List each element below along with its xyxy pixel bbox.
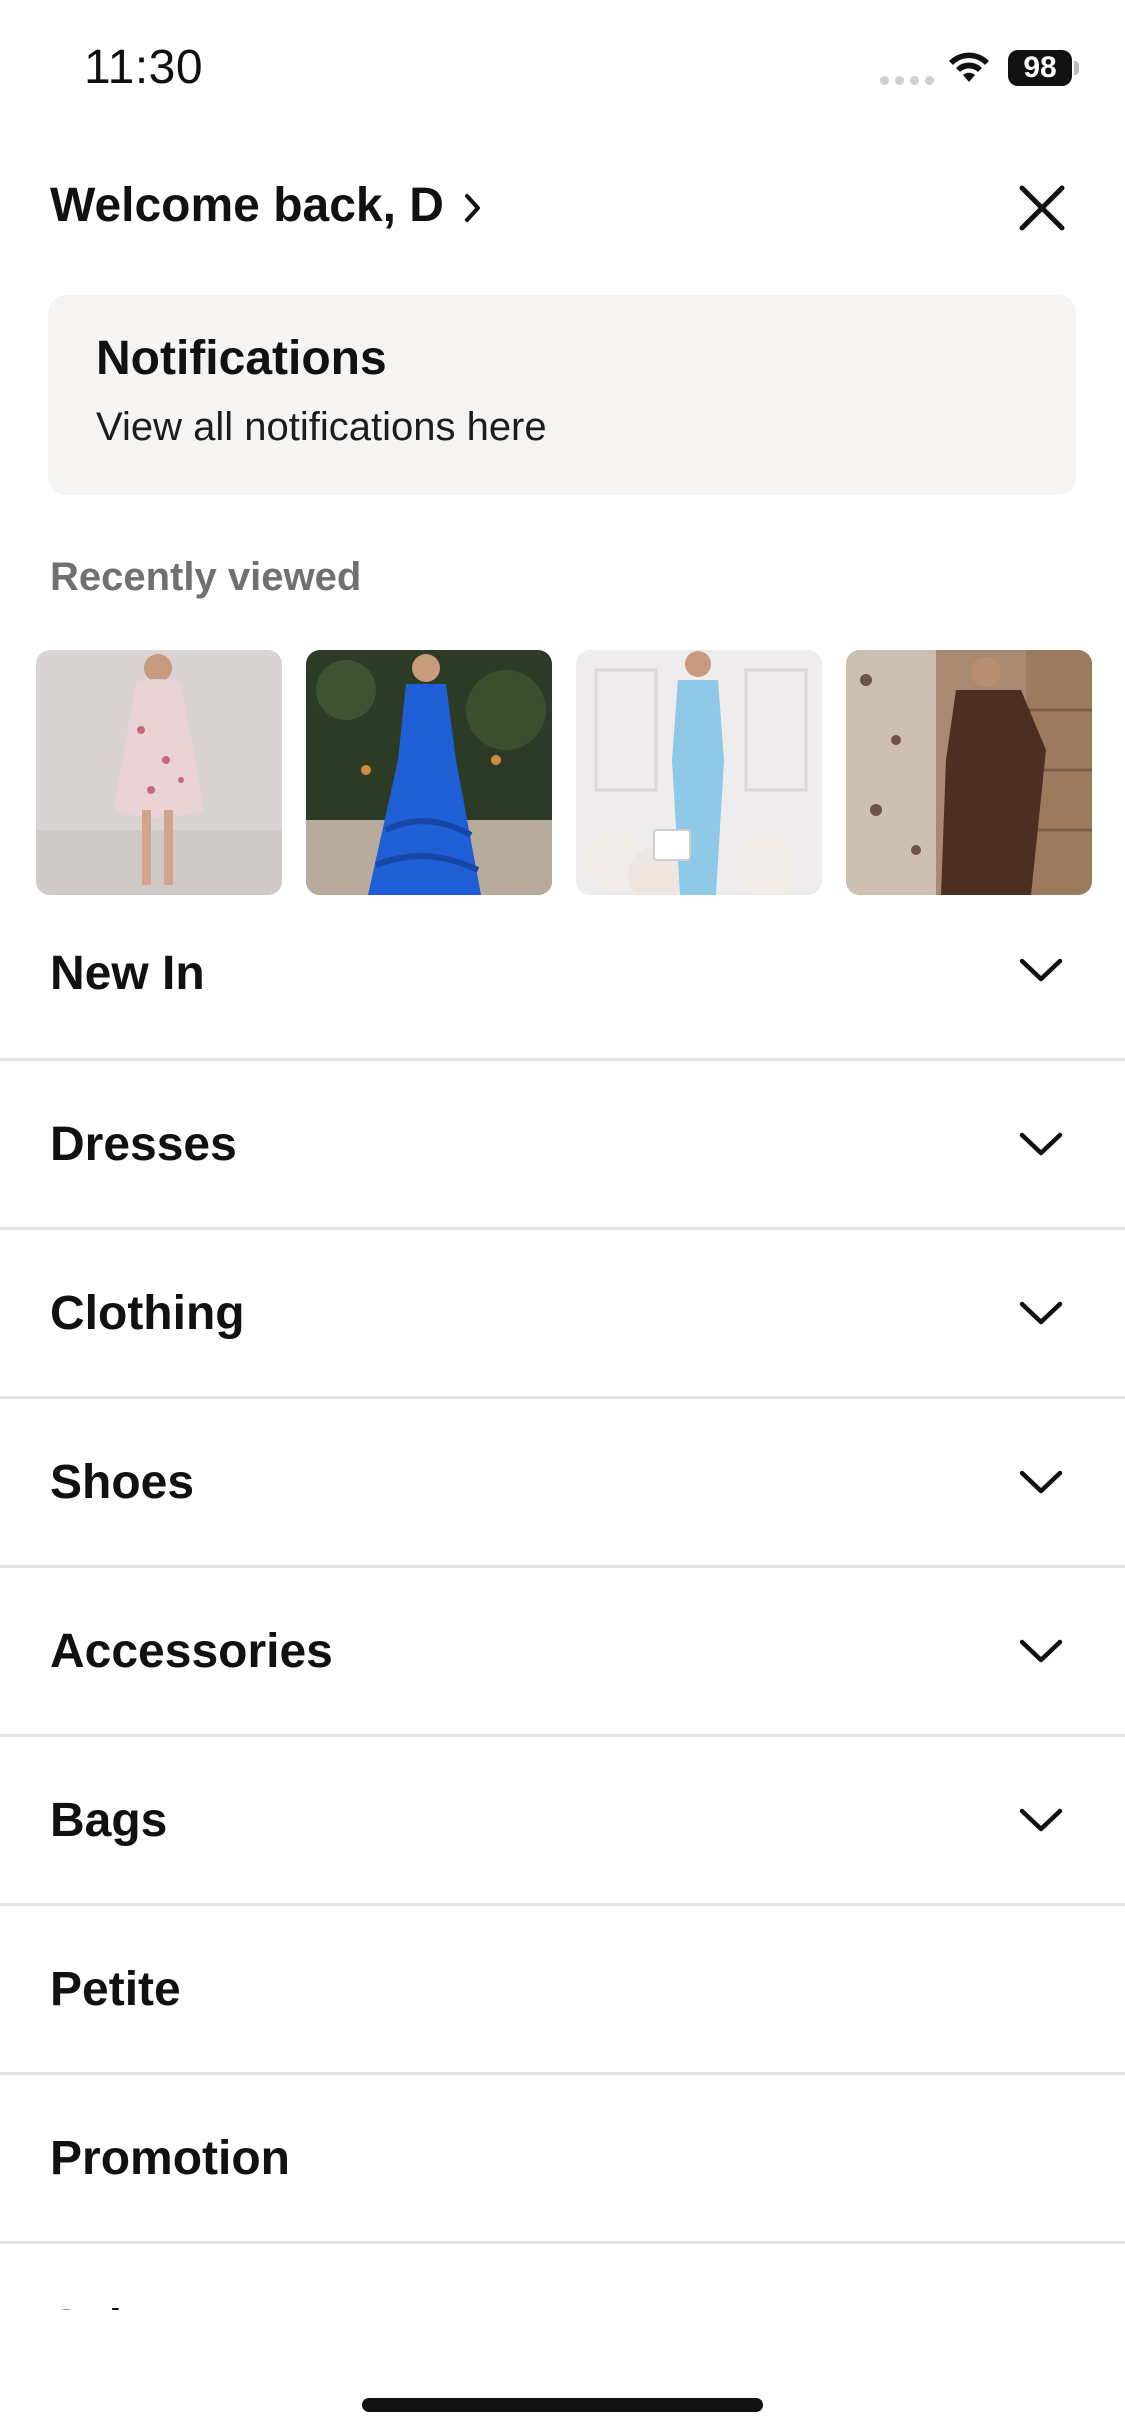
category-label: Dresses xyxy=(50,1117,237,1171)
category-label: New In xyxy=(50,947,205,1000)
category-row[interactable]: Promotion xyxy=(0,2072,1125,2241)
category-row[interactable]: Petite xyxy=(0,1903,1125,2072)
category-list: New In Dresses Clothing Shoes Accessories Bag… xyxy=(0,890,1125,2310)
category-label: Petite xyxy=(50,1962,181,2016)
category-label: Bags xyxy=(50,1793,168,1847)
chevron-down-icon xyxy=(1019,1132,1063,1156)
home-indicator[interactable] xyxy=(362,2398,763,2412)
category-row[interactable]: Dresses xyxy=(0,1058,1125,1227)
notifications-title: Notifications xyxy=(96,332,387,385)
category-label: Accessories xyxy=(50,1624,333,1678)
recent-item-brown-sweater-dress[interactable] xyxy=(846,650,1092,895)
welcome-link[interactable]: Welcome back, D xyxy=(50,178,484,233)
category-row[interactable]: Bags xyxy=(0,1734,1125,1903)
category-row[interactable]: Clothing xyxy=(0,1227,1125,1396)
recently-viewed-carousel[interactable] xyxy=(36,650,1092,895)
category-row[interactable]: Shoes xyxy=(0,1396,1125,1565)
chevron-down-icon xyxy=(1019,1470,1063,1494)
category-label: Sale xyxy=(50,2300,149,2311)
recently-viewed-label: Recently viewed xyxy=(50,555,362,599)
close-icon xyxy=(1019,185,1065,231)
chevron-down-icon xyxy=(1019,1301,1063,1325)
recent-item-blue-dress[interactable] xyxy=(306,650,552,895)
chevron-down-icon xyxy=(1019,958,1063,982)
battery-tip xyxy=(1074,61,1079,75)
category-row[interactable]: Sale xyxy=(0,2241,1125,2310)
chevron-down-icon xyxy=(1019,1808,1063,1832)
category-list-viewport[interactable]: New In Dresses Clothing Shoes Accessories Bag… xyxy=(0,890,1125,2310)
notifications-card[interactable]: Notifications View all notifications her… xyxy=(48,295,1076,495)
wifi-icon xyxy=(945,48,993,91)
category-label: Promotion xyxy=(50,2131,290,2185)
close-button[interactable] xyxy=(1012,178,1072,238)
battery-icon: 98 xyxy=(1008,50,1072,86)
category-row[interactable]: New In xyxy=(0,890,1125,1058)
category-label: Clothing xyxy=(50,1286,245,1340)
recent-item-light-blue-dress[interactable] xyxy=(576,650,822,895)
status-time: 11:30 xyxy=(84,41,204,94)
category-row[interactable]: Accessories xyxy=(0,1565,1125,1734)
chevron-right-icon xyxy=(464,193,480,222)
chevron-down-icon xyxy=(1019,1639,1063,1663)
welcome-text: Welcome back, D xyxy=(50,179,444,232)
category-label: Shoes xyxy=(50,1455,195,1509)
recent-item-pink-dress[interactable] xyxy=(36,650,282,895)
cellular-signal-icon xyxy=(880,76,934,85)
notifications-subtitle: View all notifications here xyxy=(96,405,547,449)
